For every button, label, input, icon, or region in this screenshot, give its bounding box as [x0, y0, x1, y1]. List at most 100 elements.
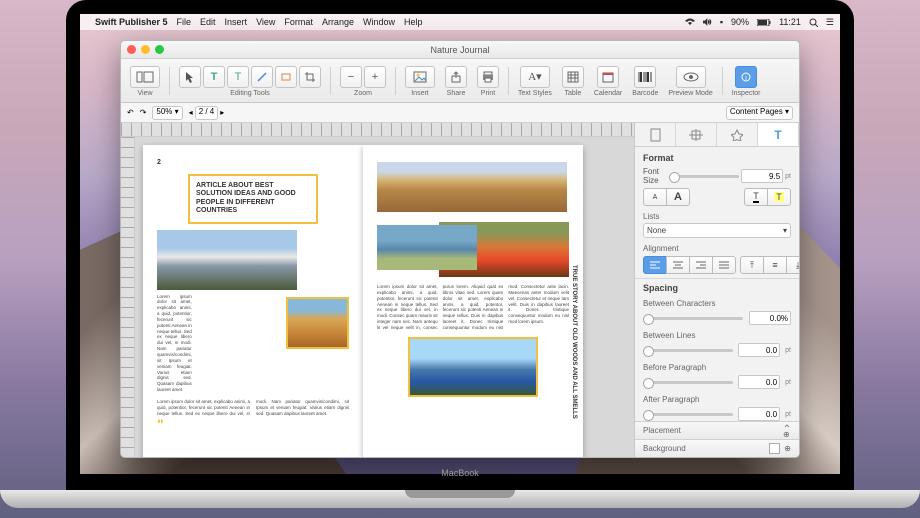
share-button[interactable]: [445, 66, 467, 88]
image-hotspring[interactable]: [286, 297, 349, 349]
image-coast[interactable]: [377, 225, 477, 270]
text-color-button[interactable]: T: [744, 188, 768, 206]
zoom-out-button[interactable]: −: [340, 66, 362, 88]
inspector-tab-appearance[interactable]: [717, 123, 758, 146]
insert-button[interactable]: [405, 66, 435, 88]
background-color-well[interactable]: [769, 443, 780, 454]
battery-icon[interactable]: [757, 19, 771, 26]
menu-format[interactable]: Format: [284, 17, 313, 27]
table-button[interactable]: [562, 66, 584, 88]
menu-file[interactable]: File: [177, 17, 192, 27]
font-size-field[interactable]: [741, 169, 783, 183]
line-spacing-slider[interactable]: [643, 349, 733, 352]
body-text-cols[interactable]: Lorem ipsum dolor sit amet, explicabo an…: [157, 399, 349, 417]
insert-label: Insert: [411, 90, 429, 97]
menu-insert[interactable]: Insert: [225, 17, 248, 27]
document-canvas[interactable]: 2 ARTICLE ABOUT BEST SOLUTION IDEAS AND …: [135, 137, 634, 457]
zoom-label: Zoom: [354, 90, 372, 97]
view-label: View: [137, 90, 152, 97]
image-mountains[interactable]: [157, 230, 297, 290]
vertical-headline[interactable]: TRUE STORY ABOUT OLD WOODS AND ALL SMELL…: [571, 265, 577, 419]
undo-icon[interactable]: ↶: [127, 108, 134, 117]
valign-bottom-button[interactable]: ⤓: [786, 256, 799, 274]
view-mode-button[interactable]: [130, 66, 160, 88]
after-para-slider[interactable]: [643, 413, 733, 416]
text-styles-button[interactable]: A▾: [520, 66, 550, 88]
barcode-button[interactable]: [634, 66, 656, 88]
rectangle-tool[interactable]: [275, 66, 297, 88]
align-right-button[interactable]: [689, 256, 713, 274]
minimize-button[interactable]: [141, 45, 150, 54]
vertical-ruler[interactable]: [121, 137, 135, 457]
before-para-slider[interactable]: [643, 381, 733, 384]
char-spacing-field[interactable]: [749, 311, 791, 325]
app-menu[interactable]: Swift Publisher 5: [95, 17, 168, 27]
text-tool[interactable]: T: [203, 66, 225, 88]
preview-mode-button[interactable]: [676, 66, 706, 88]
lists-dropdown[interactable]: None▾: [643, 223, 791, 238]
body-text-right[interactable]: Lorem ipsum dolor sit amet, explicabo an…: [377, 284, 569, 331]
inspector-tab-geometry[interactable]: [676, 123, 717, 146]
before-para-field[interactable]: [738, 375, 780, 389]
selection-tool[interactable]: [179, 66, 201, 88]
background-accordion[interactable]: Background ⊕: [635, 439, 799, 457]
volume-icon[interactable]: [703, 18, 712, 26]
lists-label: Lists: [643, 212, 791, 221]
options-bar: ↶ ↷ 50% ▾ ◂2 / 4▸ Content Pages ▾: [121, 103, 799, 123]
line-tool[interactable]: [251, 66, 273, 88]
font-size-slider[interactable]: [669, 175, 739, 178]
increase-size-button[interactable]: A: [666, 188, 690, 206]
highlight-color-button[interactable]: T: [767, 188, 791, 206]
decrease-size-button[interactable]: A: [643, 188, 667, 206]
inspector-tab-document[interactable]: [635, 123, 676, 146]
calendar-button[interactable]: [597, 66, 619, 88]
page-stepper[interactable]: ◂2 / 4▸: [189, 106, 225, 120]
menu-view[interactable]: View: [256, 17, 275, 27]
align-center-button[interactable]: [666, 256, 690, 274]
menu-window[interactable]: Window: [363, 17, 395, 27]
between-lines-label: Between Lines: [643, 331, 791, 340]
zoom-level-select[interactable]: 50% ▾: [152, 106, 182, 120]
between-chars-label: Between Characters: [643, 299, 791, 308]
inspector-tab-text[interactable]: T: [758, 123, 799, 146]
menu-help[interactable]: Help: [404, 17, 423, 27]
vertical-text-tool[interactable]: T: [227, 66, 249, 88]
menu-edit[interactable]: Edit: [200, 17, 216, 27]
notification-center-icon[interactable]: ☰: [826, 17, 834, 28]
zoom-in-button[interactable]: +: [364, 66, 386, 88]
horizontal-ruler[interactable]: [121, 123, 634, 137]
battery-percent: 90%: [731, 17, 749, 27]
menu-arrange[interactable]: Arrange: [322, 17, 354, 27]
inspector-toggle[interactable]: i: [735, 66, 757, 88]
zoom-button[interactable]: [155, 45, 164, 54]
font-size-label: Font Size: [643, 167, 665, 185]
macbook-label: MacBook: [441, 468, 479, 478]
body-text[interactable]: Lorem ipsum dolor sit amet, explicabo an…: [157, 294, 192, 393]
line-spacing-field[interactable]: [738, 343, 780, 357]
master-pages-select[interactable]: Content Pages ▾: [726, 106, 793, 120]
article-title-box[interactable]: ARTICLE ABOUT BEST SOLUTION IDEAS AND GO…: [188, 174, 318, 224]
page-left[interactable]: 2 ARTICLE ABOUT BEST SOLUTION IDEAS AND …: [143, 145, 363, 457]
close-button[interactable]: [127, 45, 136, 54]
valign-middle-button[interactable]: ≡: [763, 256, 787, 274]
main-toolbar: View T T Editing Tools − +: [121, 59, 799, 103]
flag-icon[interactable]: ▪: [720, 17, 723, 27]
menubar-clock[interactable]: 11:21: [779, 17, 801, 27]
table-label: Table: [564, 90, 581, 97]
spotlight-icon[interactable]: [809, 18, 818, 27]
align-left-button[interactable]: [643, 256, 667, 274]
valign-top-button[interactable]: ⤒: [740, 256, 764, 274]
placement-accordion[interactable]: Placement ⊕: [635, 421, 799, 439]
barcode-label: Barcode: [632, 90, 658, 97]
image-hills[interactable]: [377, 162, 567, 212]
image-lake[interactable]: [408, 337, 538, 397]
redo-icon[interactable]: ↷: [140, 108, 147, 117]
print-button[interactable]: [477, 66, 499, 88]
wifi-icon[interactable]: [685, 18, 695, 26]
char-spacing-slider[interactable]: [643, 317, 743, 320]
window-titlebar[interactable]: Nature Journal: [121, 41, 799, 59]
align-justify-button[interactable]: [712, 256, 736, 274]
crop-tool[interactable]: [299, 66, 321, 88]
page-right[interactable]: Lorem ipsum dolor sit amet, explicabo an…: [363, 145, 583, 457]
after-para-field[interactable]: [738, 407, 780, 421]
